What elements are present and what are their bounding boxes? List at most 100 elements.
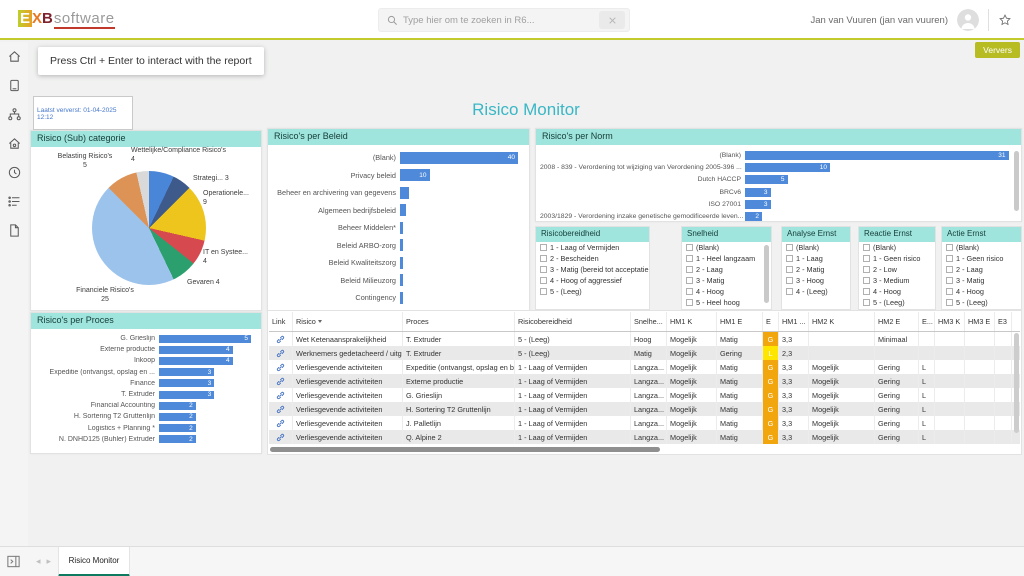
bar[interactable] (400, 204, 406, 216)
column-header-proces[interactable]: Proces (403, 312, 515, 331)
filter-option[interactable]: 1 - Laag of Vermijden (536, 242, 649, 253)
column-header-risico[interactable]: Risico (293, 312, 403, 331)
binder-icon[interactable] (0, 71, 28, 100)
bar[interactable] (400, 257, 403, 269)
bar[interactable] (400, 187, 409, 199)
column-header-hm2-e[interactable]: HM2 E (875, 312, 919, 331)
checkbox-icon[interactable] (786, 244, 793, 251)
filter-option[interactable]: 4 - Hoog (942, 286, 1021, 297)
checkbox-icon[interactable] (863, 277, 870, 284)
checkbox-icon[interactable] (786, 277, 793, 284)
filter-option[interactable]: 5 - (Leeg) (942, 297, 1021, 308)
filter-option[interactable]: 1 - Geen risico (859, 253, 935, 264)
bar[interactable] (400, 274, 403, 286)
filter-option[interactable]: 4 - (Leeg) (782, 286, 850, 297)
column-header-hm3-e[interactable]: HM3 E (965, 312, 995, 331)
checkbox-icon[interactable] (946, 266, 953, 273)
bar[interactable]: 5 (745, 175, 788, 184)
row-link-icon[interactable] (269, 374, 293, 388)
bar[interactable]: 3 (159, 391, 214, 399)
filter-option[interactable]: 4 - Hoog of aggressief (536, 275, 649, 286)
checkbox-icon[interactable] (686, 255, 693, 262)
bar[interactable]: 31 (745, 151, 1009, 160)
checkbox-icon[interactable] (863, 299, 870, 306)
checkbox-icon[interactable] (786, 266, 793, 273)
column-header-hm2-k[interactable]: HM2 K (809, 312, 875, 331)
row-link-icon[interactable] (269, 416, 293, 430)
column-header-e[interactable]: E (763, 312, 779, 331)
user-menu[interactable]: Jan van Vuuren (jan van vuuren) (811, 15, 948, 26)
bar[interactable]: 10 (400, 169, 430, 181)
filter-option[interactable]: 2 - Laag (942, 264, 1021, 275)
column-header-hm1-[interactable]: HM1 ... (779, 312, 809, 331)
filter-option[interactable]: 4 - Hoog (682, 286, 771, 297)
filter-option[interactable]: 2 - Matig (782, 264, 850, 275)
app-logo[interactable]: EXBsoftware (18, 10, 115, 29)
filter-scrollbar[interactable] (764, 245, 769, 303)
bar[interactable]: 10 (745, 163, 830, 172)
checkbox-icon[interactable] (863, 255, 870, 262)
checkbox-icon[interactable] (686, 244, 693, 251)
pie-chart-circle[interactable] (92, 171, 206, 285)
filter-option[interactable]: 4 - Hoog (859, 286, 935, 297)
filter-option[interactable]: (Blank) (859, 242, 935, 253)
norm-chart-scrollbar[interactable] (1014, 151, 1019, 211)
checkbox-icon[interactable] (686, 288, 693, 295)
row-link-icon[interactable] (269, 388, 293, 402)
checkbox-icon[interactable] (686, 266, 693, 273)
list-icon[interactable] (0, 187, 28, 216)
filter-option[interactable]: (Blank) (682, 242, 771, 253)
bar[interactable]: 4 (159, 346, 233, 354)
row-link-icon[interactable] (269, 332, 293, 346)
filter-option[interactable]: 3 - Hoog (782, 275, 850, 286)
checkbox-icon[interactable] (540, 244, 547, 251)
document-icon[interactable] (0, 216, 28, 245)
column-header-snelhe-[interactable]: Snelhe... (631, 312, 667, 331)
filter-option[interactable]: 2 - Laag (682, 264, 771, 275)
bar[interactable]: 2 (159, 435, 196, 443)
row-link-icon[interactable] (269, 430, 293, 444)
column-header-hm1-k[interactable]: HM1 K (667, 312, 717, 331)
table-vertical-scrollbar[interactable] (1014, 333, 1019, 433)
filter-option[interactable]: 3 - Medium (859, 275, 935, 286)
search-clear-button[interactable] (599, 11, 625, 29)
bar[interactable]: 2 (159, 424, 196, 432)
row-link-icon[interactable] (269, 360, 293, 374)
row-link-icon[interactable] (269, 402, 293, 416)
bar[interactable]: 3 (159, 379, 214, 387)
bar[interactable] (400, 239, 403, 251)
bar[interactable] (400, 292, 403, 304)
bar[interactable]: 2 (159, 413, 196, 421)
checkbox-icon[interactable] (863, 266, 870, 273)
filter-option[interactable]: 5 - (Leeg) (859, 297, 935, 308)
checkbox-icon[interactable] (946, 255, 953, 262)
filter-option[interactable]: 5 - (Leeg) (536, 286, 649, 297)
bar[interactable]: 2 (745, 212, 762, 221)
search-input[interactable] (403, 15, 599, 26)
column-header-risicobereidheid[interactable]: Risicobereidheid (515, 312, 631, 331)
filter-option[interactable]: 5 - Heel hoog (682, 297, 771, 308)
bar[interactable] (400, 222, 403, 234)
checkbox-icon[interactable] (946, 277, 953, 284)
filter-option[interactable]: 3 - Matig (942, 275, 1021, 286)
bar[interactable]: 5 (159, 335, 251, 343)
filter-option[interactable]: (Blank) (942, 242, 1021, 253)
filter-option[interactable]: 2 - Bescheiden (536, 253, 649, 264)
prev-tab-icon[interactable]: ◂ (36, 556, 41, 567)
filter-option[interactable]: (Blank) (782, 242, 850, 253)
workflow-icon[interactable] (0, 100, 28, 129)
checkbox-icon[interactable] (786, 255, 793, 262)
expand-panel-icon[interactable] (6, 554, 21, 574)
column-header-e-[interactable]: E... (919, 312, 935, 331)
checkbox-icon[interactable] (946, 244, 953, 251)
bar[interactable]: 4 (159, 357, 233, 365)
checkbox-icon[interactable] (786, 288, 793, 295)
checkbox-icon[interactable] (946, 299, 953, 306)
filter-option[interactable]: 3 - Matig (682, 275, 771, 286)
bar[interactable]: 3 (745, 188, 771, 197)
next-tab-icon[interactable]: ▸ (47, 556, 52, 567)
avatar[interactable] (957, 9, 979, 31)
home-icon[interactable] (0, 42, 28, 71)
filter-option[interactable]: 3 - Matig (bereid tot acceptatie van ... (536, 264, 649, 275)
filter-option[interactable]: 2 - Low (859, 264, 935, 275)
